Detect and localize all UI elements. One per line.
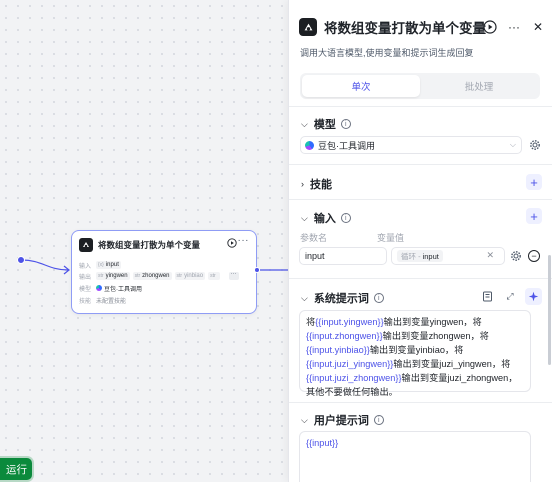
- chevron-down-icon: ⌵: [301, 118, 308, 129]
- variable-ref-chip: 循环 - input: [397, 250, 443, 262]
- mode-tabs: 单次 批处理: [300, 73, 540, 99]
- incoming-edge: [21, 259, 69, 271]
- remove-input-icon[interactable]: −: [528, 250, 540, 262]
- prompt-text: 输出到变量yinbiao，将: [369, 345, 464, 355]
- output-tag: str zhongwen: [132, 272, 172, 280]
- info-icon[interactable]: i: [340, 213, 351, 223]
- node-more-icon[interactable]: ···: [238, 235, 250, 246]
- node-run-icon[interactable]: [227, 238, 237, 248]
- input-tag: {x} input: [96, 261, 121, 269]
- divider: [289, 278, 552, 279]
- model-section-title[interactable]: ⌵ 模型 i: [301, 116, 351, 132]
- info-icon[interactable]: i: [340, 119, 351, 129]
- node-model-row: 模型 豆包·工具调用: [79, 285, 142, 293]
- user-prompt-title[interactable]: ⌵ 用户提示词 i: [301, 412, 384, 428]
- node-config-panel: 将数组变量打散为单个变量 ··· ✕ 调用大语言模型,使用变量和提示词生成回复 …: [288, 0, 552, 482]
- prompt-text: 输出到变量juzi_yingwen，将: [393, 359, 511, 369]
- model-logo-icon: [96, 285, 102, 291]
- prompt-library-icon[interactable]: [480, 289, 494, 303]
- divider: [289, 402, 552, 403]
- prompt-variable: {{input.juzi_zhongwen}}: [306, 373, 402, 383]
- panel-title: 将数组变量打散为单个变量: [324, 21, 486, 36]
- output-tag: str yinbiao: [174, 272, 206, 280]
- prompt-text: 输出到变量zhongwen，将: [382, 331, 489, 341]
- expand-icon[interactable]: ⤢: [503, 289, 517, 303]
- ai-optimize-icon[interactable]: [525, 288, 542, 305]
- variable-settings-gear-icon[interactable]: [510, 250, 522, 262]
- prompt-text: 输出到变量yingwen，将: [383, 317, 482, 327]
- panel-header: 将数组变量打散为单个变量 ··· ✕: [299, 16, 546, 38]
- var-value-select[interactable]: 循环 - input ✕: [391, 247, 505, 265]
- panel-scrollbar[interactable]: [548, 255, 551, 365]
- divider: [289, 106, 552, 107]
- panel-description: 调用大语言模型,使用变量和提示词生成回复: [300, 48, 474, 58]
- clear-icon[interactable]: ✕: [486, 250, 494, 261]
- tab-batch[interactable]: 批处理: [420, 75, 538, 97]
- node-input-row: 输入 {x} input: [79, 261, 121, 270]
- prompt-variable: {{input.yingwen}}: [315, 317, 384, 327]
- model-select[interactable]: 豆包·工具调用 ⌵: [300, 136, 522, 154]
- system-prompt-editor[interactable]: 将{{input.yingwen}}输出到变量yingwen，将{{input.…: [299, 310, 531, 397]
- close-icon[interactable]: ✕: [530, 19, 546, 35]
- panel-node-logo-icon: [299, 18, 317, 36]
- chevron-down-icon: ⌵: [301, 414, 308, 425]
- source-port[interactable]: [17, 256, 25, 264]
- node-output-row: 输出 str yingwen str zhongwen str yinbiao str…: [79, 271, 239, 281]
- add-input-button[interactable]: +: [526, 208, 542, 224]
- chevron-down-icon: ⌵: [301, 212, 308, 223]
- run-button[interactable]: 运行: [0, 458, 32, 480]
- node-skill-row: 技能 未配置技能: [79, 298, 127, 305]
- skill-section-title[interactable]: › 技能: [301, 176, 332, 192]
- var-value-header: 变量值: [377, 233, 405, 243]
- prompt-variable: {{input.yinbiao}}: [306, 345, 370, 355]
- chevron-down-icon: ⌵: [301, 292, 308, 303]
- info-icon[interactable]: i: [373, 293, 384, 303]
- add-skill-button[interactable]: +: [526, 174, 542, 190]
- output-tag: str: [208, 272, 220, 280]
- param-name-input[interactable]: input: [299, 247, 387, 265]
- node-output-port[interactable]: [254, 267, 260, 273]
- node-title: 将数组变量打散为单个变量: [98, 240, 201, 250]
- prompt-variable: {{input.zhongwen}}: [306, 331, 383, 341]
- model-settings-gear-icon[interactable]: [529, 139, 541, 151]
- test-run-icon[interactable]: [482, 19, 498, 35]
- divider: [289, 199, 552, 200]
- chevron-down-icon: ⌵: [509, 140, 516, 149]
- info-icon[interactable]: i: [373, 415, 384, 425]
- divider: [289, 164, 552, 165]
- input-section-title[interactable]: ⌵ 输入 i: [301, 210, 351, 226]
- prompt-text: 将: [306, 317, 316, 327]
- node-logo-icon: [79, 238, 93, 252]
- system-prompt-title[interactable]: ⌵ 系统提示词 i: [301, 290, 384, 306]
- outputs-more-icon[interactable]: ···: [228, 271, 239, 280]
- prompt-variable: {{input.juzi_yingwen}}: [306, 359, 394, 369]
- user-prompt-editor[interactable]: {{input}}: [299, 431, 531, 482]
- more-options-icon[interactable]: ···: [506, 19, 522, 35]
- llm-node-card[interactable]: 将数组变量打散为单个变量 ··· 输入 {x} input 输出 str yingw…: [71, 230, 260, 314]
- output-tag: str yingwen: [96, 272, 130, 280]
- node-header: 将数组变量打散为单个变量: [79, 237, 250, 253]
- chevron-right-icon: ›: [301, 179, 304, 189]
- param-name-header: 参数名: [300, 233, 328, 243]
- model-logo-icon: [305, 140, 314, 150]
- tab-single[interactable]: 单次: [302, 75, 420, 97]
